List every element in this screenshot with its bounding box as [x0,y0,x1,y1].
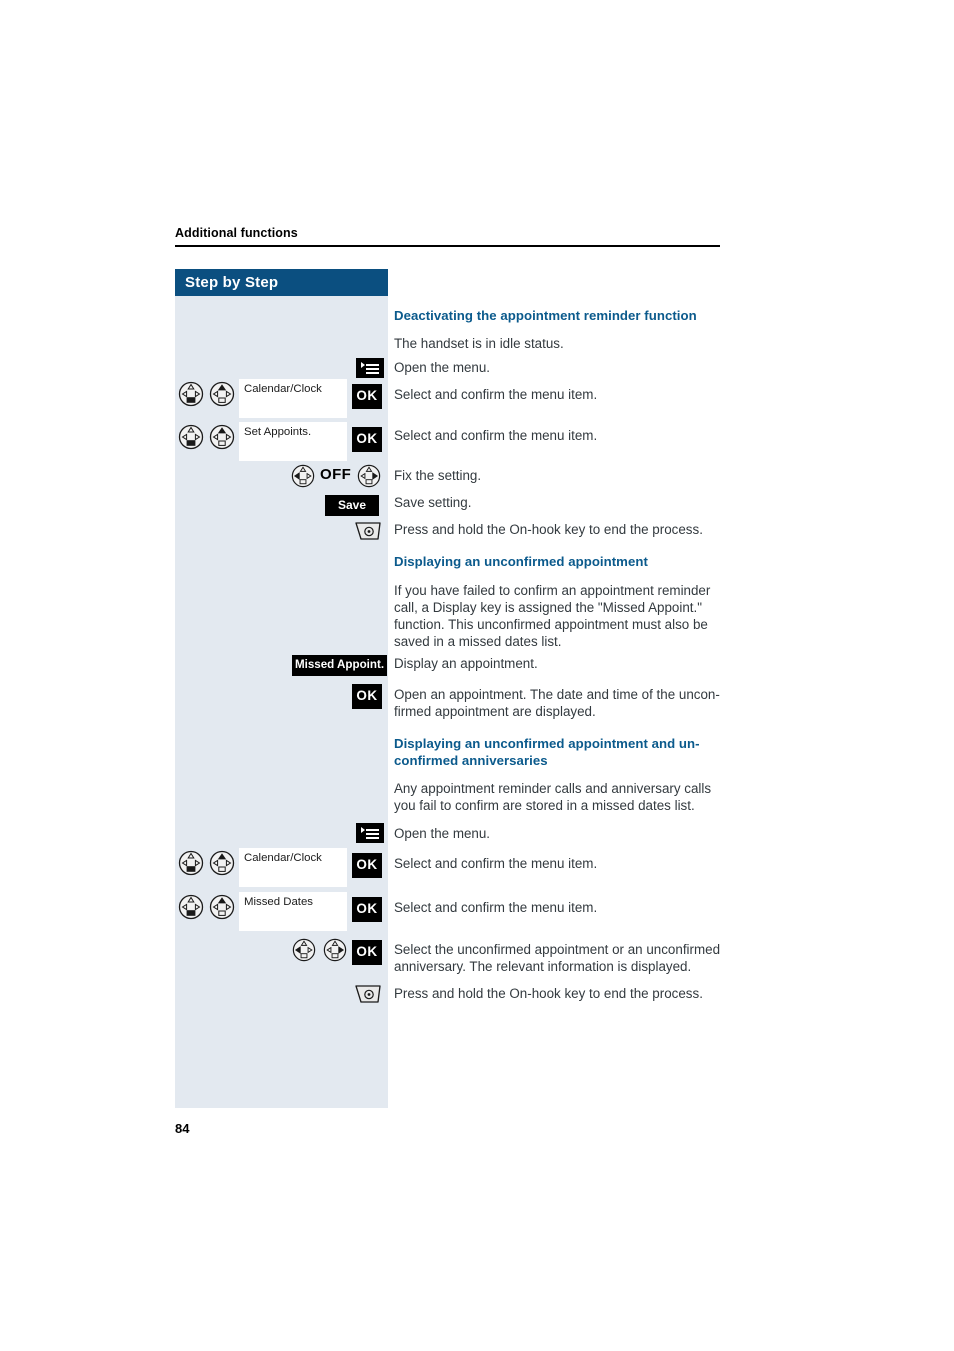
step-text-on-hook: Press and hold the On-hook key to end th… [394,522,703,537]
navigation-key-down-icon[interactable] [178,424,204,450]
save-key[interactable]: Save [325,495,379,516]
navigation-key-down-icon[interactable] [178,894,204,920]
on-hook-key-icon[interactable] [353,982,383,1008]
navigation-key-up-icon[interactable] [209,381,235,407]
off-label: OFF [320,466,352,483]
step-text-on-hook: Press and hold the On-hook key to end th… [394,986,703,1001]
step-text-confirm-menu-item: Select and confirm the menu item. [394,387,598,402]
navigation-key-up-icon[interactable] [209,894,235,920]
handset-display-calendar-clock: Calendar/Clock [239,848,347,887]
step-text-fix-setting: Fix the setting. [394,468,482,483]
paragraph-missed-dates-line-1: Any appointment reminder calls and anniv… [394,781,712,796]
step-text-save-setting: Save setting. [394,495,472,510]
paragraph-missed-appoint-line-4: saved in a missed dates list. [394,634,562,649]
paragraph-missed-dates-line-2: you fail to confirm are stored in a miss… [394,798,695,813]
on-hook-key-icon[interactable] [353,519,383,545]
ok-key[interactable]: OK [352,384,382,409]
section-heading-3-line-2: confirmed anniversaries [394,753,548,768]
step-by-step-header: Step by Step [175,269,388,296]
step-text-open-menu: Open the menu. [394,360,491,375]
paragraph-missed-appoint-line-2: call, a Display key is assigned the "Mis… [394,600,702,615]
step-text-open-appointment-line-1: Open an appointment. The date and time o… [394,687,720,702]
section-heading-2: Displaying an unconfirmed appointment [394,554,648,569]
handset-display-missed-dates: Missed Dates [239,892,347,931]
handset-display-calendar-clock: Calendar/Clock [239,379,347,418]
step-text-select-unconfirmed-line-1: Select the unconfirmed appointment or an… [394,942,721,957]
display-text: Missed Dates [244,896,314,908]
header-rule [175,245,720,247]
step-text-display-appointment: Display an appointment. [394,656,538,671]
ok-key[interactable]: OK [352,940,382,965]
running-head: Additional functions [175,226,298,240]
navigation-key-down-icon[interactable] [178,850,204,876]
navigation-key-right-icon[interactable] [357,464,381,488]
display-text: Calendar/Clock [244,852,322,864]
step-text-confirm-menu-item: Select and confirm the menu item. [394,428,598,443]
missed-appoint-key[interactable]: Missed Appoint. [292,655,387,676]
navigation-key-left-icon[interactable] [291,464,315,488]
document-page: Additional functions Step by Step Calend… [0,0,954,1351]
ok-key[interactable]: OK [352,897,382,922]
handset-display-set-appoints: Set Appoints. [239,422,347,461]
navigation-key-down-icon[interactable] [178,381,204,407]
display-text: Calendar/Clock [244,383,322,395]
ok-key[interactable]: OK [352,684,382,709]
step-text-open-appointment-line-2: firmed appointment are displayed. [394,704,596,719]
step-text-open-menu: Open the menu. [394,826,491,841]
paragraph-idle-status: The handset is in idle status. [394,336,564,351]
menu-key-icon[interactable] [356,823,384,843]
section-heading-1: Deactivating the appointment reminder fu… [394,308,697,323]
navigation-key-up-icon[interactable] [209,850,235,876]
step-text-confirm-menu-item: Select and confirm the menu item. [394,856,598,871]
navigation-key-left-icon[interactable] [292,938,316,962]
section-heading-3-line-1: Displaying an unconfirmed appointment an… [394,736,700,751]
step-text-confirm-menu-item: Select and confirm the menu item. [394,900,598,915]
page-number: 84 [175,1121,190,1136]
navigation-key-up-icon[interactable] [209,424,235,450]
ok-key[interactable]: OK [352,427,382,452]
navigation-key-right-icon[interactable] [323,938,347,962]
step-by-step-title: Step by Step [185,274,279,291]
menu-key-icon[interactable] [356,358,384,378]
paragraph-missed-appoint-line-3: function. This unconfirmed appointment m… [394,617,708,632]
ok-key[interactable]: OK [352,853,382,878]
step-text-select-unconfirmed-line-2: anniversary. The relevant information is… [394,959,692,974]
display-text: Set Appoints. [244,426,312,438]
paragraph-missed-appoint-line-1: If you have failed to confirm an appoint… [394,583,711,598]
